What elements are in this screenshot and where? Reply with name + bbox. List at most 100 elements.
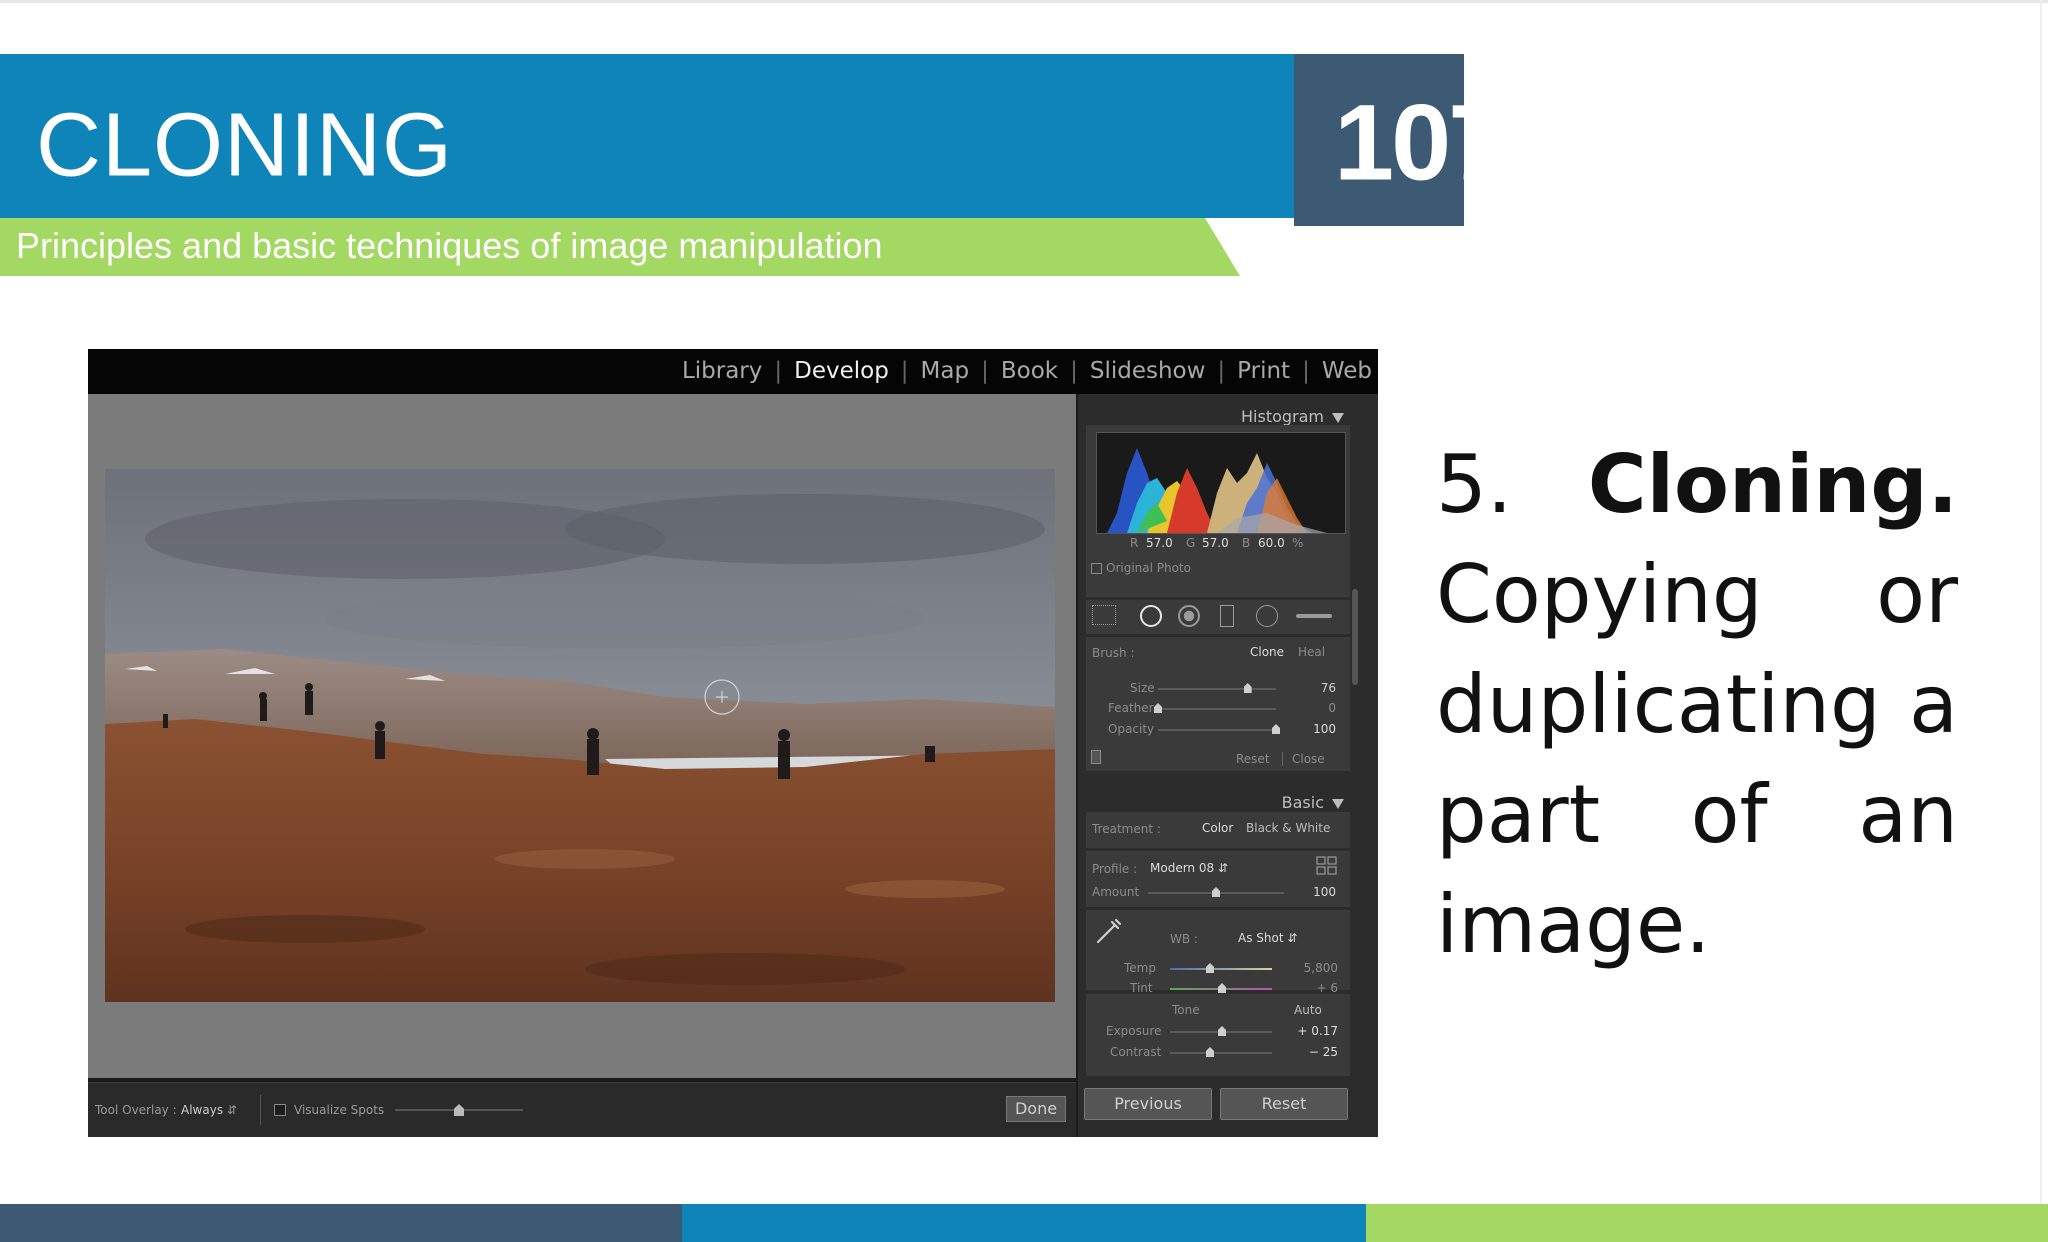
slide-header: CLONING (0, 54, 1294, 218)
landscape-photo[interactable] (105, 469, 1055, 1002)
spot-removal-tool-icon[interactable] (1140, 605, 1162, 627)
size-value: 76 (1320, 681, 1336, 695)
hist-g-label: G (1186, 536, 1196, 550)
module-slideshow[interactable]: Slideshow (1090, 358, 1206, 384)
collapse-triangle-icon (1332, 798, 1344, 809)
description-heading: Cloning. (1587, 438, 1958, 531)
module-separator: | (1070, 358, 1078, 384)
color-treatment-button[interactable]: Color (1202, 821, 1233, 835)
profile-value: Modern 08 (1150, 861, 1215, 875)
wb-value: As Shot (1238, 931, 1284, 945)
histogram-title: Histogram (1241, 407, 1324, 426)
module-picker: Library | Develop | Map | Book | Slidesh… (682, 358, 1372, 384)
brush-label: Brush : (1092, 646, 1135, 660)
treatment-label: Treatment : (1092, 822, 1161, 836)
tone-label: Tone (1172, 1003, 1200, 1017)
tint-label: Tint (1130, 981, 1153, 995)
clone-mode-button[interactable]: Clone (1250, 645, 1284, 659)
wb-selector-icon[interactable] (1092, 914, 1126, 948)
original-photo-label: Original Photo (1106, 561, 1192, 575)
heal-mode-button[interactable]: Heal (1298, 645, 1325, 659)
histogram-header[interactable]: Histogram (1241, 407, 1344, 426)
description: 5. Cloning. Copying or duplicating a par… (1436, 430, 1958, 980)
reset-button[interactable]: Reset (1220, 1088, 1348, 1120)
temp-label: Temp (1124, 961, 1156, 975)
wb-label: WB : (1170, 932, 1198, 946)
page-number: 107 (1334, 81, 1464, 203)
amount-value: 100 (1313, 885, 1336, 899)
basic-header[interactable]: Basic (1282, 793, 1344, 812)
button-divider (1282, 752, 1283, 766)
module-book[interactable]: Book (1001, 358, 1058, 384)
bottom-bar-blue (682, 1204, 1366, 1242)
tool-overlay-label: Tool Overlay : (95, 1103, 177, 1117)
select-arrows-icon: ⇵ (1287, 931, 1298, 945)
temp-value: 5,800 (1303, 961, 1338, 975)
collapse-triangle-icon (1332, 412, 1344, 423)
crop-tool-icon[interactable] (1092, 605, 1116, 625)
eyedropper-icon (1096, 918, 1122, 944)
profile-label: Profile : (1092, 862, 1138, 876)
develop-panel: Histogram R 57.0 G 57.0 B 60.0 % Origina… (1078, 394, 1378, 1137)
visualize-spots-checkbox[interactable] (274, 1104, 286, 1116)
adjustment-brush-icon[interactable] (1296, 614, 1332, 618)
contrast-label: Contrast (1110, 1045, 1162, 1059)
image-canvas[interactable] (88, 394, 1076, 1078)
select-arrows-icon: ⇵ (226, 1103, 237, 1117)
wb-select[interactable]: As Shot ⇵ (1238, 931, 1297, 945)
exposure-value: + 0.17 (1297, 1024, 1338, 1038)
bottom-toolbar: Tool Overlay : Always ⇵ Visualize Spots … (88, 1082, 1076, 1137)
module-map[interactable]: Map (921, 358, 970, 384)
auto-tone-button[interactable]: Auto (1294, 1003, 1322, 1017)
lightroom-window: Library | Develop | Map | Book | Slidesh… (88, 349, 1378, 1137)
exposure-label: Exposure (1106, 1024, 1162, 1038)
previous-button[interactable]: Previous (1084, 1088, 1212, 1120)
module-library[interactable]: Library (682, 358, 762, 384)
feather-value: 0 (1328, 701, 1336, 715)
hist-b-label: B (1242, 536, 1251, 550)
tool-overlay-select[interactable]: Always ⇵ (181, 1103, 237, 1117)
grid-icon (1316, 856, 1337, 875)
module-web[interactable]: Web (1322, 358, 1372, 384)
visualize-threshold-thumb[interactable] (454, 1104, 464, 1116)
module-print[interactable]: Print (1237, 358, 1290, 384)
original-photo-checkbox[interactable] (1091, 563, 1102, 574)
hist-b-value: 60.0 (1258, 536, 1285, 550)
graduated-filter-icon[interactable] (1220, 605, 1234, 627)
radial-filter-icon[interactable] (1256, 605, 1278, 627)
module-separator: | (1217, 358, 1226, 384)
panel-switch-icon[interactable] (1091, 750, 1101, 764)
select-arrows-icon: ⇵ (1217, 861, 1228, 875)
toolbar-divider (260, 1095, 261, 1125)
histogram-graph (1096, 432, 1346, 534)
done-button[interactable]: Done (1006, 1096, 1066, 1122)
description-heading-line: 5. Cloning. (1436, 430, 1958, 540)
module-separator: | (981, 358, 989, 384)
temp-slider[interactable] (1170, 968, 1272, 970)
bw-treatment-button[interactable]: Black & White (1246, 821, 1330, 835)
amount-label: Amount (1092, 885, 1140, 899)
size-slider[interactable] (1158, 688, 1276, 690)
brush-close-button[interactable]: Close (1292, 752, 1325, 766)
opacity-slider[interactable] (1158, 729, 1276, 731)
panel-scrollbar[interactable] (1352, 589, 1358, 685)
slide-subtitle-band: Principles and basic techniques of image… (0, 218, 1240, 276)
profile-select[interactable]: Modern 08 ⇵ (1150, 861, 1228, 875)
module-bar: Library | Develop | Map | Book | Slidesh… (88, 349, 1378, 394)
size-label: Size (1130, 681, 1155, 695)
slide-title: CLONING (36, 95, 454, 196)
feather-slider[interactable] (1158, 708, 1276, 710)
slide-subtitle: Principles and basic techniques of image… (16, 225, 883, 266)
bottom-bar-navy (0, 1204, 682, 1242)
tint-value: + 6 (1316, 981, 1338, 995)
top-rule (0, 0, 2048, 3)
red-eye-tool-icon[interactable] (1178, 605, 1200, 627)
tool-overlay-value: Always (181, 1103, 224, 1117)
brush-reset-button[interactable]: Reset (1236, 752, 1270, 766)
hist-unit: % (1292, 536, 1304, 550)
module-develop[interactable]: Develop (794, 358, 889, 384)
module-separator: | (1302, 358, 1310, 384)
contrast-slider[interactable] (1170, 1052, 1272, 1054)
profile-browser-icon[interactable] (1316, 856, 1338, 876)
description-body: Copying or duplicating a part of an imag… (1436, 548, 1958, 971)
